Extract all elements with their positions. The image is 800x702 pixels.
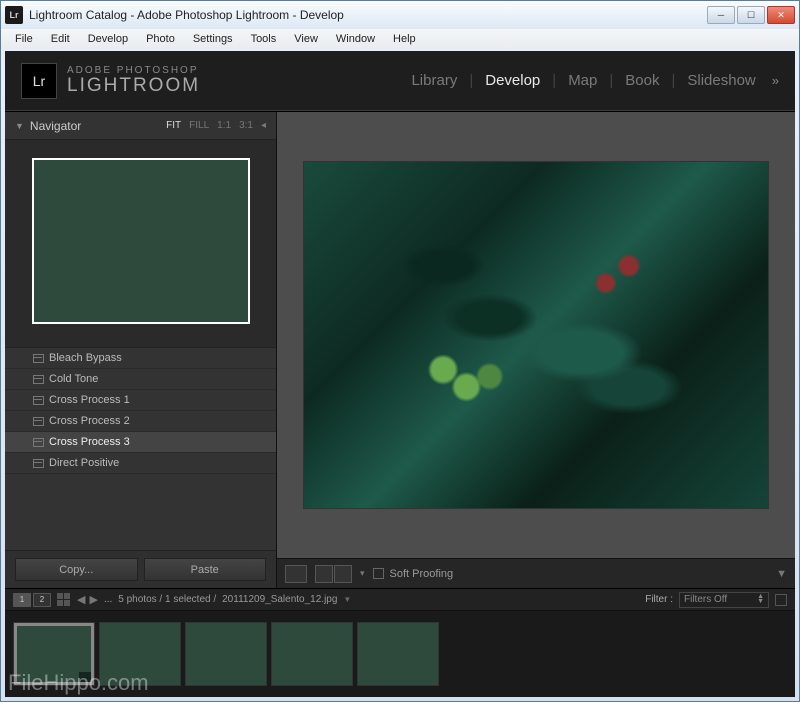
preset-item[interactable]: Cold Tone — [5, 369, 276, 390]
preset-item[interactable]: Cross Process 3 — [5, 432, 276, 453]
main-area: ▾ Soft Proofing ▼ — [277, 112, 795, 588]
toolbar-expand-icon[interactable]: ▼ — [776, 568, 787, 580]
menu-tools[interactable]: Tools — [243, 31, 285, 47]
module-map[interactable]: Map — [556, 68, 609, 93]
zoom-fit[interactable]: FIT — [166, 120, 181, 131]
top-header: Lr ADOBE PHOTOSHOP LIGHTROOM Library | D… — [5, 51, 795, 111]
filmstrip-thumbnails[interactable] — [5, 611, 795, 697]
filmstrip-thumb[interactable] — [99, 622, 181, 686]
filmstrip: 1 2 ◀ ▶ ... 5 photos / 1 selected / 2011… — [5, 589, 795, 697]
main-image[interactable] — [303, 161, 769, 509]
before-after-tb-icon[interactable] — [334, 565, 352, 583]
app-body: Lr ADOBE PHOTOSHOP LIGHTROOM Library | D… — [5, 51, 795, 697]
filter-value: Filters Off — [684, 594, 727, 605]
navigator-label: Navigator — [30, 119, 81, 133]
copy-paste-bar: Copy... Paste — [5, 550, 276, 588]
filename: 20111209_Salento_12.jpg — [222, 594, 337, 605]
zoom-fill[interactable]: FILL — [189, 120, 209, 131]
grid-view-icon[interactable] — [57, 593, 71, 607]
develop-toolbar: ▾ Soft Proofing ▼ — [277, 558, 795, 588]
menu-settings[interactable]: Settings — [185, 31, 241, 47]
filter-section: Filter : Filters Off ▲▼ — [645, 592, 787, 608]
window-frame: Lr Lightroom Catalog - Adobe Photoshop L… — [0, 0, 800, 702]
titlebar[interactable]: Lr Lightroom Catalog - Adobe Photoshop L… — [1, 1, 799, 29]
before-after-lr-icon[interactable] — [315, 565, 333, 583]
brand-line2: LIGHTROOM — [67, 76, 200, 97]
minimize-button[interactable]: ─ — [707, 6, 735, 24]
nav-forward-icon[interactable]: ▶ — [89, 593, 97, 606]
dropdown-arrows-icon: ▲▼ — [757, 595, 764, 605]
module-library[interactable]: Library — [399, 68, 469, 93]
preset-list: Bleach Bypass Cold Tone Cross Process 1 … — [5, 347, 276, 550]
filter-dropdown[interactable]: Filters Off ▲▼ — [679, 592, 769, 608]
paste-button[interactable]: Paste — [144, 558, 267, 581]
menu-help[interactable]: Help — [385, 31, 424, 47]
filmstrip-thumb[interactable] — [185, 622, 267, 686]
menubar: File Edit Develop Photo Settings Tools V… — [1, 29, 799, 49]
navigator-header[interactable]: ▼ Navigator FIT FILL 1:1 3:1 ◂ — [5, 112, 276, 140]
secondary-display-button[interactable]: 2 — [33, 593, 51, 607]
navigator-preview[interactable] — [5, 140, 276, 347]
maximize-button[interactable]: ☐ — [737, 6, 765, 24]
close-button[interactable]: ✕ — [767, 6, 795, 24]
filter-lock-icon[interactable] — [775, 594, 787, 606]
primary-display-button[interactable]: 1 — [13, 593, 31, 607]
loupe-view-icon[interactable] — [285, 565, 307, 583]
filter-label: Filter : — [645, 594, 673, 605]
nav-back-icon[interactable]: ◀ — [77, 593, 85, 606]
soft-proofing-label: Soft Proofing — [390, 568, 454, 580]
lightroom-logo: Lr — [21, 63, 57, 99]
module-slideshow[interactable]: Slideshow — [675, 68, 767, 93]
menu-view[interactable]: View — [286, 31, 326, 47]
nav-arrows: ◀ ▶ — [77, 593, 98, 606]
main-view[interactable] — [277, 112, 795, 558]
menu-file[interactable]: File — [7, 31, 41, 47]
preset-item[interactable]: Cross Process 1 — [5, 390, 276, 411]
module-picker: Library | Develop | Map | Book | Slidesh… — [399, 68, 779, 93]
soft-proofing-toggle[interactable]: Soft Proofing — [373, 568, 454, 580]
toolbar-dropdown-icon[interactable]: ▾ — [360, 568, 365, 579]
menu-window[interactable]: Window — [328, 31, 383, 47]
breadcrumb-ellipsis[interactable]: ... — [104, 594, 112, 605]
menu-photo[interactable]: Photo — [138, 31, 183, 47]
left-panel: ▼ Navigator FIT FILL 1:1 3:1 ◂ Bleach By… — [5, 112, 277, 588]
zoom-1to1[interactable]: 1:1 — [217, 120, 231, 131]
preset-item[interactable]: Cross Process 2 — [5, 411, 276, 432]
preset-item[interactable]: Bleach Bypass — [5, 348, 276, 369]
module-more-icon[interactable]: » — [768, 73, 779, 88]
filmstrip-thumb[interactable] — [271, 622, 353, 686]
screen-toggle: 1 2 — [13, 593, 51, 607]
thumb-badge-icon — [79, 672, 91, 682]
menu-develop[interactable]: Develop — [80, 31, 136, 47]
copy-button[interactable]: Copy... — [15, 558, 138, 581]
window-title: Lightroom Catalog - Adobe Photoshop Ligh… — [29, 8, 707, 22]
brand-line1: ADOBE PHOTOSHOP — [67, 65, 200, 76]
preset-item[interactable]: Direct Positive — [5, 453, 276, 474]
navigator-zoom-controls: FIT FILL 1:1 3:1 ◂ — [166, 120, 266, 131]
collapse-triangle-icon[interactable]: ▼ — [15, 121, 24, 131]
window-controls: ─ ☐ ✕ — [707, 6, 795, 24]
zoom-dropdown-icon[interactable]: ◂ — [261, 120, 266, 131]
brand-text: ADOBE PHOTOSHOP LIGHTROOM — [67, 65, 200, 97]
filmstrip-toolbar: 1 2 ◀ ▶ ... 5 photos / 1 selected / 2011… — [5, 589, 795, 611]
soft-proofing-checkbox[interactable] — [373, 568, 384, 579]
breadcrumb-dropdown-icon[interactable]: ▼ — [343, 595, 351, 604]
selection-info: 5 photos / 1 selected / — [118, 594, 216, 605]
filmstrip-thumb[interactable] — [13, 622, 95, 686]
menu-edit[interactable]: Edit — [43, 31, 78, 47]
zoom-3to1[interactable]: 3:1 — [239, 120, 253, 131]
module-develop[interactable]: Develop — [473, 68, 552, 93]
filmstrip-thumb[interactable] — [357, 622, 439, 686]
module-book[interactable]: Book — [613, 68, 671, 93]
middle-area: ▼ Navigator FIT FILL 1:1 3:1 ◂ Bleach By… — [5, 111, 795, 589]
navigator-thumbnail[interactable] — [32, 158, 250, 324]
app-icon: Lr — [5, 6, 23, 24]
